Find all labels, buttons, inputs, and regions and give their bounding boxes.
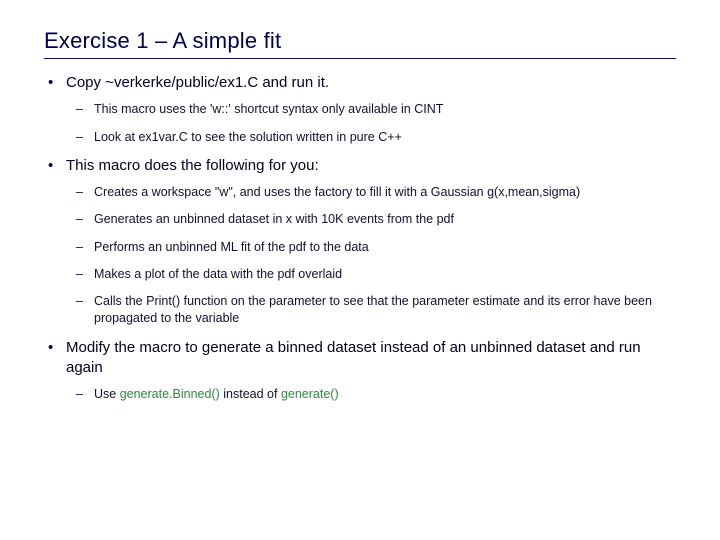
sub-mid: instead of [220,387,281,401]
slide: Exercise 1 – A simple fit Copy ~verkerke… [0,0,720,433]
sub-shortcut-syntax: This macro uses the 'w::' shortcut synta… [66,101,676,118]
bullet-macro-does: This macro does the following for you: C… [44,156,676,328]
bullet-text: Copy ~verkerke/public/ex1.C and run it. [66,74,329,91]
sub-performs-fit: Performs an unbinned ML fit of the pdf t… [66,239,676,256]
bullet-copy-run: Copy ~verkerke/public/ex1.C and run it. … [44,73,676,146]
slide-title: Exercise 1 – A simple fit [44,28,676,54]
sublist: This macro uses the 'w::' shortcut synta… [66,101,676,146]
sublist: Creates a workspace "w", and uses the fa… [66,184,676,328]
title-underline [44,58,676,59]
sub-prefix: Use [94,387,120,401]
sub-generates-dataset: Generates an unbinned dataset in x with … [66,211,676,228]
bullet-modify-macro: Modify the macro to generate a binned da… [44,338,676,404]
bullet-text: Modify the macro to generate a binned da… [66,339,641,376]
sublist: Use generate.Binned() instead of generat… [66,386,676,403]
sub-makes-plot: Makes a plot of the data with the pdf ov… [66,266,676,283]
sub-creates-workspace: Creates a workspace "w", and uses the fa… [66,184,676,201]
sub-ex1var: Look at ex1var.C to see the solution wri… [66,129,676,146]
code-generate: generate() [281,387,339,401]
sub-calls-print: Calls the Print() function on the parame… [66,293,676,328]
sub-use-generate-binned: Use generate.Binned() instead of generat… [66,386,676,403]
bullet-list: Copy ~verkerke/public/ex1.C and run it. … [44,73,676,403]
code-generate-binned: generate.Binned() [120,387,220,401]
bullet-text: This macro does the following for you: [66,157,319,174]
